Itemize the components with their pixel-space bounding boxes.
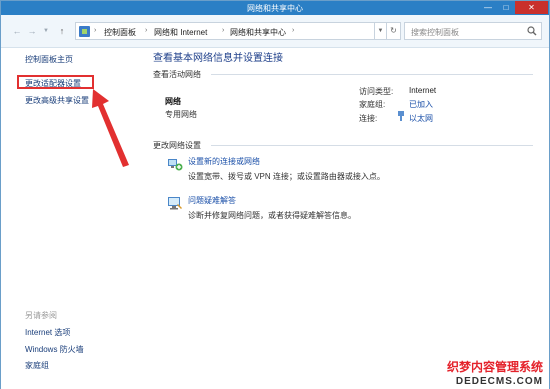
up-button[interactable]: ↑ — [55, 24, 69, 38]
red-arrow-annotation — [92, 89, 129, 167]
recent-locations-dropdown[interactable]: ▼ — [42, 24, 50, 38]
windows-firewall-link[interactable]: Windows 防火墙 — [25, 344, 84, 355]
breadcrumb-item[interactable]: 控制面板 — [104, 27, 136, 38]
ethernet-icon — [398, 111, 404, 121]
maximize-button[interactable]: □ — [497, 1, 515, 14]
title-bar: 网络和共享中心 — □ ✕ — [1, 1, 549, 15]
breadcrumb-item[interactable]: 网络和 Internet — [154, 27, 207, 38]
address-bar: ← → ▼ ↑ › 控制面板 › 网络和 Internet › 网络和共享中心 … — [1, 15, 549, 48]
change-advanced-sharing-link[interactable]: 更改高级共享设置 — [25, 95, 89, 106]
homegroup-status-link[interactable]: 已加入 — [409, 99, 433, 110]
control-panel-icon — [79, 26, 90, 37]
divider — [211, 74, 533, 75]
new-connection-icon — [168, 159, 183, 171]
breadcrumb-separator: › — [222, 27, 225, 34]
breadcrumb[interactable]: › 控制面板 › 网络和 Internet › 网络和共享中心 › — [75, 22, 375, 40]
homegroup-label: 家庭组: — [359, 100, 386, 109]
change-adapter-settings-link[interactable]: 更改适配器设置 — [25, 78, 81, 89]
refresh-button[interactable]: ↻ — [387, 22, 401, 40]
breadcrumb-separator: › — [292, 27, 295, 34]
change-settings-header: 更改网络设置 — [153, 141, 201, 150]
minimize-button[interactable]: — — [479, 1, 497, 14]
search-icon[interactable] — [527, 26, 537, 36]
access-type-label: 访问类型: — [359, 87, 394, 96]
access-type-value: Internet — [409, 86, 437, 95]
breadcrumb-separator: › — [94, 27, 97, 34]
close-button[interactable]: ✕ — [515, 1, 548, 14]
search-placeholder: 搜索控制面板 — [411, 28, 459, 37]
control-panel-home-link[interactable]: 控制面板主页 — [25, 54, 73, 65]
network-sharing-center-window: 网络和共享中心 — □ ✕ ← → ▼ ↑ › 控制面板 › 网络和 Inter… — [0, 0, 550, 389]
setup-new-connection-link[interactable]: 设置新的连接或网络 — [188, 156, 260, 167]
back-button[interactable]: ← — [10, 24, 24, 38]
ethernet-connection-link[interactable]: 以太网 — [409, 113, 433, 124]
connection-label: 连接: — [359, 114, 378, 123]
active-networks-header: 查看活动网络 — [153, 70, 201, 79]
breadcrumb-item[interactable]: 网络和共享中心 — [230, 27, 286, 38]
search-box[interactable]: 搜索控制面板 — [404, 22, 542, 40]
main-pane: 查看基本网络信息并设置连接 查看活动网络 网络 专用网络 访问类型: Inter… — [137, 48, 549, 389]
watermark-title: 织梦内容管理系统 — [446, 360, 543, 374]
page-title: 查看基本网络信息并设置连接 — [153, 53, 283, 64]
homegroup-link[interactable]: 家庭组 — [25, 360, 49, 371]
troubleshoot-problems-description: 诊断并修复网络问题，或者获得疑难解答信息。 — [188, 211, 356, 220]
forward-button[interactable]: → — [25, 24, 39, 38]
see-also-header: 另请参阅 — [25, 311, 57, 320]
network-name: 网络 — [165, 97, 181, 106]
address-dropdown-button[interactable]: ▼ — [375, 22, 387, 40]
setup-new-connection-description: 设置宽带、拨号或 VPN 连接；或设置路由器或接入点。 — [188, 172, 385, 181]
troubleshoot-icon — [168, 197, 182, 210]
watermark-url: DEDECMS.COM — [455, 376, 543, 387]
window-title: 网络和共享中心 — [247, 4, 303, 13]
breadcrumb-separator: › — [145, 27, 148, 34]
internet-options-link[interactable]: Internet 选项 — [25, 327, 70, 338]
troubleshoot-problems-link[interactable]: 问题疑难解答 — [188, 195, 236, 206]
network-type: 专用网络 — [165, 110, 197, 119]
divider — [211, 145, 533, 146]
